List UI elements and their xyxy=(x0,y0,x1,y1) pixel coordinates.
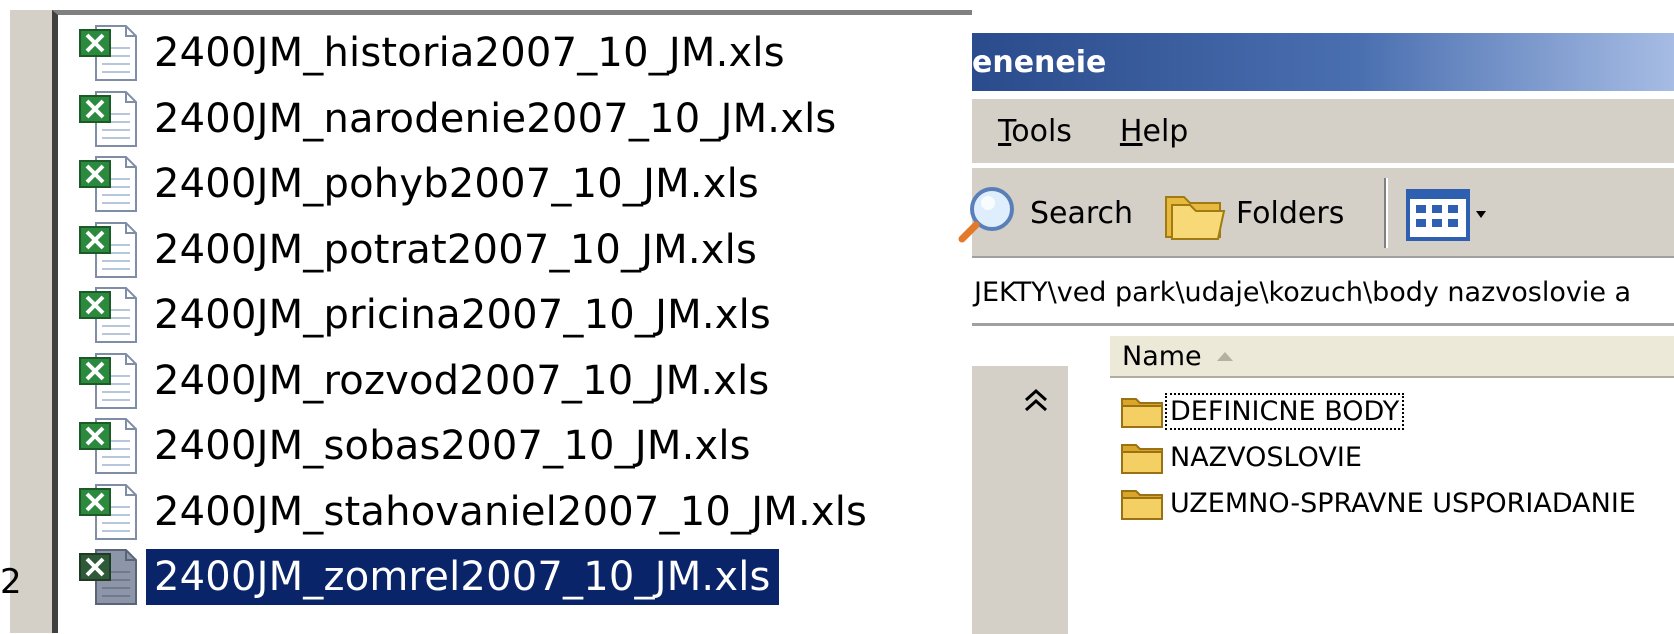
folder-icon xyxy=(1121,444,1163,474)
excel-file-icon xyxy=(79,287,137,343)
file-list-item[interactable]: 2400JM_pohyb2007_10_JM.xls xyxy=(78,152,767,216)
file-name: 2400JM_historia2007_10_JM.xls xyxy=(154,30,785,76)
column-name-label: Name xyxy=(1122,340,1202,372)
tasks-body xyxy=(972,434,1068,634)
toolbar: Search Folders xyxy=(958,166,1674,258)
file-list-item[interactable]: 2400JM_historia2007_10_JM.xls xyxy=(78,21,793,85)
tasks-pane xyxy=(972,366,1068,634)
window-titlebar[interactable]: eneneie xyxy=(972,33,1674,91)
menu-tools[interactable]: Tools xyxy=(998,114,1072,149)
column-header-name[interactable]: Name xyxy=(1110,336,1674,378)
partial-text: 2 xyxy=(0,562,22,602)
file-name: 2400JM_sobas2007_10_JM.xls xyxy=(154,423,751,469)
search-label: Search xyxy=(1030,195,1134,231)
folder-icon xyxy=(1121,490,1163,520)
search-button[interactable]: Search xyxy=(954,178,1133,248)
folders-icon xyxy=(1165,196,1226,240)
file-list-item[interactable]: 2400JM_potrat2007_10_JM.xls xyxy=(78,218,765,282)
excel-file-icon xyxy=(79,90,137,147)
folder-list-item[interactable]: DEFINICNE BODY xyxy=(1120,388,1405,434)
file-name: 2400JM_narodenie2007_10_JM.xls xyxy=(154,95,837,142)
menu-bar: Tools Help xyxy=(972,99,1674,163)
views-icon xyxy=(1406,189,1486,241)
file-name: 2400JM_potrat2007_10_JM.xls xyxy=(154,226,758,273)
file-list-item[interactable]: 2400JM_narodenie2007_10_JM.xls xyxy=(78,87,844,151)
file-name: 2400JM_stahovaniel2007_10_JM.xls xyxy=(154,488,868,535)
file-list-item[interactable]: 2400JM_rozvod2007_10_JM.xls xyxy=(78,349,777,413)
file-list-item[interactable]: 2400JM_stahovaniel2007_10_JM.xls xyxy=(78,480,875,544)
tasks-header[interactable] xyxy=(972,366,1068,434)
chevron-up-icon[interactable] xyxy=(1018,382,1054,418)
excel-file-icon xyxy=(79,483,137,540)
file-name: 2400JM_zomrel2007_10_JM.xls xyxy=(146,549,779,605)
folder-list-item[interactable]: NAZVOSLOVIE xyxy=(1120,434,1366,480)
file-list-item[interactable]: 2400JM_pricina2007_10_JM.xls xyxy=(78,283,779,347)
sort-ascending-icon xyxy=(1216,352,1233,361)
toolbar-separator xyxy=(1384,178,1388,248)
file-name: 2400JM_pricina2007_10_JM.xls xyxy=(154,292,771,338)
file-list-popup: 2400JM_historia2007_10_JM.xls 2400JM_naro… xyxy=(52,10,972,633)
folder-icon xyxy=(1121,398,1163,428)
excel-file-icon xyxy=(79,221,137,278)
explorer-window: eneneie Tools Help Search Folders JEKTY\… xyxy=(958,0,1674,634)
background-window-edge: 2 xyxy=(0,0,58,633)
search-icon xyxy=(958,187,1014,243)
folder-name: DEFINICNE BODY xyxy=(1164,392,1405,430)
file-name: 2400JM_pohyb2007_10_JM.xls xyxy=(154,161,759,207)
file-list-item[interactable]: 2400JM_zomrel2007_10_JM.xls xyxy=(78,545,779,609)
folder-list-item[interactable]: UZEMNO-SPRAVNE USPORIADANIE xyxy=(1120,480,1640,526)
excel-file-icon xyxy=(79,549,137,605)
excel-file-icon xyxy=(79,352,137,409)
address-path: JEKTY\ved park\udaje\kozuch\body nazvosl… xyxy=(974,277,1632,308)
excel-file-icon xyxy=(79,418,137,474)
menu-help[interactable]: Help xyxy=(1120,114,1188,149)
window-title: eneneie xyxy=(972,44,1107,80)
views-button[interactable] xyxy=(1404,178,1492,248)
folders-button[interactable]: Folders xyxy=(1162,178,1344,248)
folders-label: Folders xyxy=(1236,195,1345,231)
excel-file-icon xyxy=(79,156,137,212)
window-frame xyxy=(10,10,52,633)
file-list-item[interactable]: 2400JM_sobas2007_10_JM.xls xyxy=(78,414,759,478)
file-name: 2400JM_rozvod2007_10_JM.xls xyxy=(154,357,770,404)
address-bar[interactable]: JEKTY\ved park\udaje\kozuch\body nazvosl… xyxy=(972,262,1674,326)
excel-file-icon xyxy=(79,25,137,81)
folder-name: NAZVOSLOVIE xyxy=(1170,441,1362,473)
folder-list: Name DEFINICNE BODY NAZVOSLOVIE UZEMNO-SPR… xyxy=(1110,336,1674,633)
folder-name: UZEMNO-SPRAVNE USPORIADANIE xyxy=(1170,487,1636,519)
